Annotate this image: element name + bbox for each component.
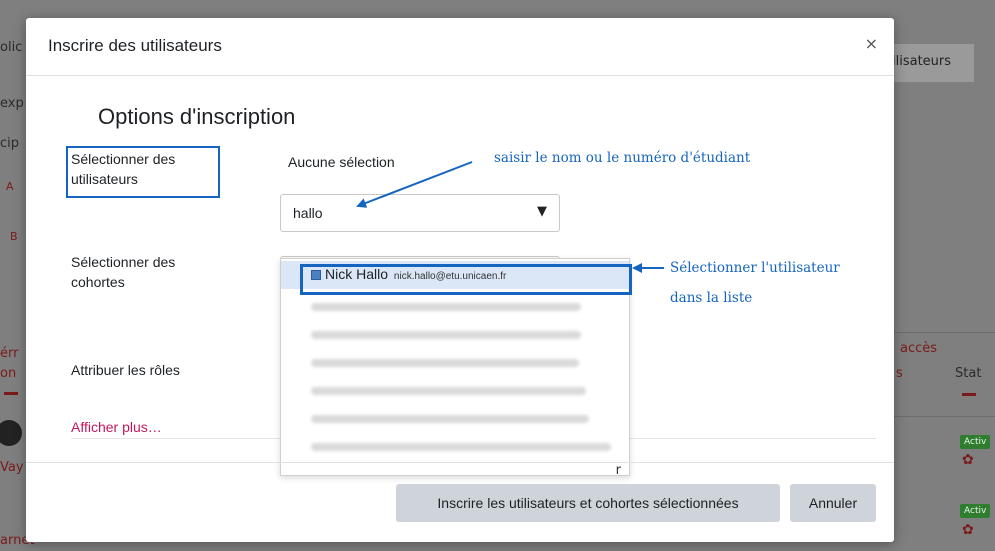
bg-header-button: ilisateurs xyxy=(888,44,974,82)
annotation-select-hint-line1: Sélectionner l'utilisateur xyxy=(670,260,840,276)
bg-fragment: cip xyxy=(0,136,20,151)
section-title: Options d'inscription xyxy=(98,104,296,129)
bg-fragment: Stat xyxy=(955,366,982,381)
bg-fragment: exp xyxy=(0,96,24,111)
enrol-selected-button[interactable]: Inscrire les utilisateurs et cohortes sé… xyxy=(396,484,780,522)
suggestion-item-redacted[interactable] xyxy=(281,405,629,433)
select-cohorts-label: Sélectionner des cohortes xyxy=(71,254,176,290)
suggestion-item-redacted[interactable] xyxy=(281,321,629,349)
suggestion-item-redacted[interactable] xyxy=(281,433,629,461)
gear-icon: ✿ xyxy=(962,522,974,538)
highlight-box-selected-user xyxy=(300,264,632,295)
gear-icon: ✿ xyxy=(962,452,974,468)
cancel-button[interactable]: Annuler xyxy=(790,484,876,522)
highlight-box-users-label xyxy=(66,146,220,198)
assign-roles-label: Attribuer les rôles xyxy=(71,362,180,378)
bg-fragment: Vay xyxy=(0,460,24,475)
dialog-title: Inscrire des utilisateurs xyxy=(48,36,222,55)
bg-red-bar xyxy=(4,392,18,395)
redacted-entry xyxy=(311,303,581,311)
bg-fragment: A xyxy=(6,180,14,193)
annotation-search-hint: saisir le nom ou le numéro d'étudiant xyxy=(494,150,751,166)
redacted-entry xyxy=(311,387,586,395)
suggestion-item-redacted[interactable] xyxy=(281,377,629,405)
enrol-users-dialog: Inscrire des utilisateurs × Options d'in… xyxy=(26,18,894,542)
user-search-input[interactable]: hallo ▼ xyxy=(280,194,560,232)
dialog-header: Inscrire des utilisateurs × xyxy=(26,18,894,76)
status-badge: Activ xyxy=(960,435,991,449)
redacted-entry xyxy=(311,331,581,339)
suggestion-item-redacted[interactable] xyxy=(281,349,629,377)
no-selection-text: Aucune sélection xyxy=(288,154,395,170)
redacted-entry xyxy=(311,359,579,367)
redacted-entry xyxy=(311,415,589,423)
redacted-entry xyxy=(311,443,611,451)
bg-fragment: on xyxy=(0,366,17,381)
bg-fragment: s xyxy=(896,366,903,381)
bg-fragment: érr xyxy=(0,346,19,361)
chevron-down-icon[interactable]: ▼ xyxy=(537,204,547,219)
bg-divider xyxy=(894,416,995,417)
search-value: hallo xyxy=(293,205,323,221)
dialog-footer: Inscrire les utilisateurs et cohortes sé… xyxy=(26,462,894,542)
bg-fragment: olic xyxy=(0,40,23,55)
close-icon[interactable]: × xyxy=(865,34,878,53)
suggestion-item-redacted[interactable] xyxy=(281,293,629,321)
avatar xyxy=(0,420,22,446)
bg-divider xyxy=(894,332,995,333)
bg-fragment: B xyxy=(10,230,18,243)
bg-fragment: accès xyxy=(900,341,938,356)
annotation-select-hint-line2: dans la liste xyxy=(670,290,753,306)
status-badge: Activ xyxy=(960,504,991,518)
show-more-link[interactable]: Afficher plus… xyxy=(71,419,162,435)
bg-red-bar xyxy=(962,393,976,396)
